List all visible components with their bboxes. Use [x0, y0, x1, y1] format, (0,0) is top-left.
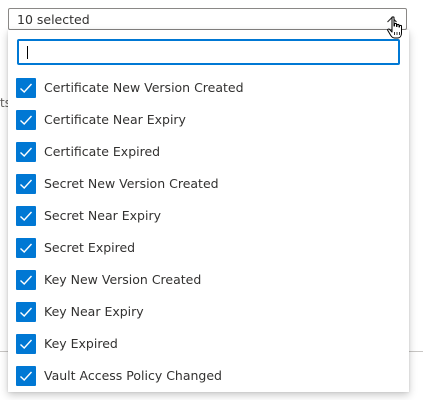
- option-item[interactable]: Secret New Version Created: [8, 168, 409, 200]
- checkbox[interactable]: [16, 78, 36, 98]
- option-item[interactable]: Key Expired: [8, 328, 409, 360]
- page: ts 10 selected Certificate New Version C…: [0, 0, 423, 400]
- checkmark-icon: [20, 275, 33, 285]
- search-box[interactable]: [17, 39, 400, 65]
- dropdown-selected-text: 10 selected: [17, 12, 90, 27]
- checkbox[interactable]: [16, 110, 36, 130]
- checkmark-icon: [20, 339, 33, 349]
- checkmark-icon: [20, 147, 33, 157]
- option-item[interactable]: Certificate Expired: [8, 136, 409, 168]
- option-label: Certificate Near Expiry: [44, 112, 186, 127]
- checkmark-icon: [20, 371, 33, 381]
- checkbox[interactable]: [16, 302, 36, 322]
- option-item[interactable]: Key Near Expiry: [8, 296, 409, 328]
- option-label: Key Near Expiry: [44, 304, 144, 319]
- checkmark-icon: [20, 211, 33, 221]
- option-item[interactable]: Vault Access Policy Changed: [8, 360, 409, 392]
- option-label: Vault Access Policy Changed: [44, 368, 222, 383]
- search-input[interactable]: [19, 41, 398, 63]
- option-item[interactable]: Certificate New Version Created: [8, 72, 409, 104]
- checkmark-icon: [20, 115, 33, 125]
- event-type-dropdown[interactable]: 10 selected: [8, 8, 407, 30]
- checkbox[interactable]: [16, 142, 36, 162]
- option-label: Secret Expired: [44, 240, 136, 255]
- background-divider: [409, 351, 423, 352]
- dropdown-panel: Certificate New Version Created Certifica…: [8, 30, 409, 392]
- option-label: Certificate Expired: [44, 144, 161, 159]
- option-label: Secret New Version Created: [44, 176, 219, 191]
- checkbox[interactable]: [16, 334, 36, 354]
- checkmark-icon: [20, 179, 33, 189]
- checkmark-icon: [20, 83, 33, 93]
- hand-pointer-icon: [386, 16, 404, 42]
- option-item[interactable]: Secret Expired: [8, 232, 409, 264]
- option-label: Key Expired: [44, 336, 118, 351]
- checkbox[interactable]: [16, 174, 36, 194]
- checkbox[interactable]: [16, 206, 36, 226]
- checkmark-icon: [20, 243, 33, 253]
- option-label: Secret Near Expiry: [44, 208, 161, 223]
- checkbox[interactable]: [16, 238, 36, 258]
- option-label: Key New Version Created: [44, 272, 202, 287]
- checkbox[interactable]: [16, 366, 36, 386]
- option-label: Certificate New Version Created: [44, 80, 244, 95]
- background-divider: [0, 351, 8, 352]
- text-caret: [27, 46, 28, 59]
- checkbox[interactable]: [16, 270, 36, 290]
- checkmark-icon: [20, 307, 33, 317]
- option-item[interactable]: Key New Version Created: [8, 264, 409, 296]
- option-item[interactable]: Certificate Near Expiry: [8, 104, 409, 136]
- option-item[interactable]: Secret Near Expiry: [8, 200, 409, 232]
